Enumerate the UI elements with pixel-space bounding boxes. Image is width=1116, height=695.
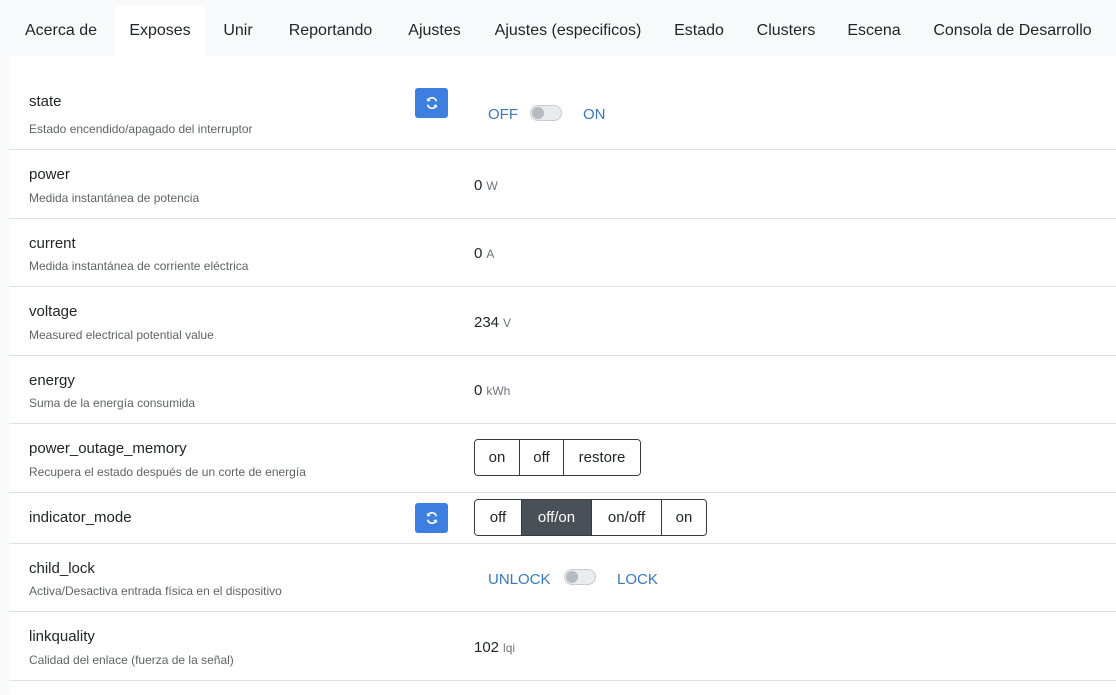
tab-reportando[interactable]: Reportando xyxy=(270,5,391,56)
expose-description: Medida instantánea de potencia xyxy=(29,191,200,205)
option-restore-button[interactable]: restore xyxy=(564,440,640,475)
expose-value: 0A xyxy=(474,245,495,262)
expose-name: current xyxy=(29,235,76,252)
option-off-button[interactable]: off xyxy=(520,440,564,475)
refresh-button[interactable] xyxy=(415,88,448,118)
expose-row-energy: energy Suma de la energía consumida 0 kWh xyxy=(9,356,1116,424)
indicator-mode-options: off off/on on/off on xyxy=(474,499,707,536)
expose-row-indicator-mode: indicator_mode off off/on on/off on xyxy=(9,493,1116,544)
tab-consola-de-desarrollo[interactable]: Consola de Desarrollo xyxy=(916,5,1109,56)
expose-name: energy xyxy=(29,372,75,389)
unit: W xyxy=(486,179,498,193)
expose-name: child_lock xyxy=(29,560,95,577)
unit: V xyxy=(503,316,512,330)
expose-name: indicator_mode xyxy=(29,509,132,526)
expose-value: 102 lqi xyxy=(474,639,516,656)
tab-escena[interactable]: Escena xyxy=(832,5,916,56)
expose-row-power-outage-memory: power_outage_memory Recupera el estado d… xyxy=(9,424,1116,493)
option-off-button[interactable]: off xyxy=(475,500,522,535)
child-lock-lock-label[interactable]: LOCK xyxy=(617,571,658,588)
tab-ajustes-especificos[interactable]: Ajustes (especificos) xyxy=(478,5,658,56)
expose-description: Medida instantánea de corriente eléctric… xyxy=(29,259,249,273)
expose-name: voltage xyxy=(29,303,78,320)
child-lock-switch[interactable] xyxy=(564,569,596,585)
expose-row-linkquality: linkquality Calidad del enlace (fuerza d… xyxy=(9,612,1116,681)
option-on-button[interactable]: on xyxy=(662,500,706,535)
tab-clusters[interactable]: Clusters xyxy=(740,5,832,56)
option-on-off-button[interactable]: on/off xyxy=(592,500,662,535)
expose-description: Measured electrical potential value xyxy=(29,328,214,342)
expose-name: linkquality xyxy=(29,628,95,645)
expose-description: Activa/Desactiva entrada física en el di… xyxy=(29,584,282,598)
expose-value: 0 kWh xyxy=(474,382,511,399)
expose-description: Estado encendido/apagado del interruptor xyxy=(29,122,253,136)
option-off-on-button[interactable]: off/on xyxy=(522,500,592,535)
refresh-icon xyxy=(426,512,437,524)
unit: lqi xyxy=(503,641,516,655)
tab-ajustes[interactable]: Ajustes xyxy=(391,5,478,56)
expose-name: state xyxy=(29,93,62,110)
option-on-button[interactable]: on xyxy=(475,440,520,475)
tab-bar: Acerca de Exposes Unir Reportando Ajuste… xyxy=(0,0,1116,56)
unit: A xyxy=(486,247,495,261)
refresh-icon xyxy=(426,97,437,109)
expose-row-child-lock: child_lock Activa/Desactiva entrada físi… xyxy=(9,544,1116,612)
unit: kWh xyxy=(486,384,511,398)
child-lock-unlock-label[interactable]: UNLOCK xyxy=(488,571,551,588)
refresh-button[interactable] xyxy=(415,503,448,533)
state-on-label[interactable]: ON xyxy=(583,106,606,123)
expose-value: 0W xyxy=(474,177,498,194)
expose-row-state: state Estado encendido/apagado del inter… xyxy=(9,79,1116,150)
expose-value: 234 V xyxy=(474,314,512,331)
power-outage-memory-options: on off restore xyxy=(474,439,641,476)
tab-estado[interactable]: Estado xyxy=(658,5,740,56)
expose-description: Suma de la energía consumida xyxy=(29,396,196,410)
tab-acerca-de[interactable]: Acerca de xyxy=(8,5,114,56)
state-off-label[interactable]: OFF xyxy=(488,106,518,123)
expose-description: Calidad del enlace (fuerza de la señal) xyxy=(29,653,234,667)
tab-exposes[interactable]: Exposes xyxy=(114,5,206,56)
expose-row-current: current Medida instantánea de corriente … xyxy=(9,219,1116,287)
state-switch[interactable] xyxy=(530,105,562,121)
expose-row-power: power Medida instantánea de potencia 0W xyxy=(9,150,1116,219)
expose-name: power xyxy=(29,166,70,183)
expose-row-voltage: voltage Measured electrical potential va… xyxy=(9,287,1116,356)
expose-description: Recupera el estado después de un corte d… xyxy=(29,465,306,479)
tab-unir[interactable]: Unir xyxy=(206,5,270,56)
expose-name: power_outage_memory xyxy=(29,440,187,457)
